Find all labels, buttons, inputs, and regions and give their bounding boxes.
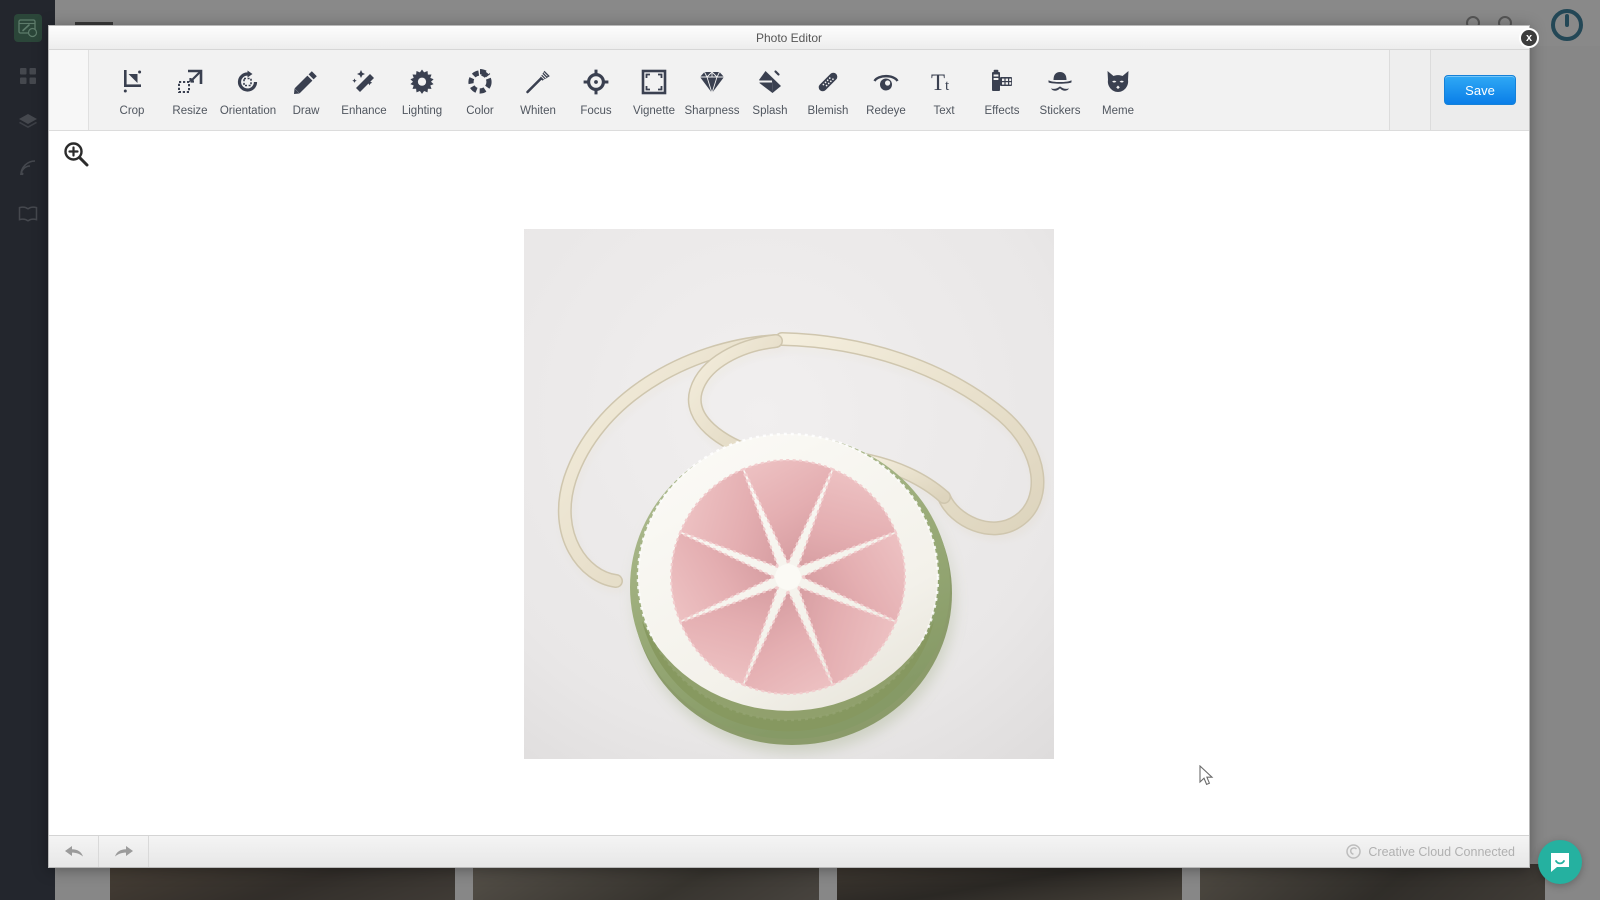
- tool-label: Whiten: [520, 105, 556, 117]
- toothbrush-icon: [523, 67, 553, 97]
- tool-list: Crop Resize Orientation Draw Enhance Lig…: [89, 50, 1390, 130]
- cat-face-icon: [1103, 67, 1133, 97]
- creative-cloud-icon: [1346, 844, 1362, 859]
- redo-arrow-icon: [114, 843, 134, 861]
- resize-icon: [175, 67, 205, 97]
- toolbar-left-spacer: [49, 50, 89, 130]
- tool-orientation[interactable]: Orientation: [219, 63, 277, 117]
- tool-label: Lighting: [401, 105, 443, 117]
- paint-bucket-icon: [755, 67, 785, 97]
- mustache-hat-icon: [1045, 67, 1075, 97]
- tool-label: Crop: [119, 105, 145, 117]
- tool-redeye[interactable]: Redeye: [857, 63, 915, 117]
- svg-text:t: t: [945, 78, 950, 94]
- tool-crop[interactable]: Crop: [103, 63, 161, 117]
- editor-canvas[interactable]: [49, 177, 1529, 835]
- text-icon: T t: [929, 67, 959, 97]
- tool-label: Orientation: [219, 105, 277, 117]
- pencil-icon: [291, 67, 321, 97]
- close-icon[interactable]: x: [1519, 28, 1539, 48]
- eye-icon: [871, 67, 901, 97]
- crop-icon: [117, 67, 147, 97]
- creative-cloud-status: Creative Cloud Connected: [1346, 844, 1515, 859]
- orientation-icon: [233, 67, 263, 97]
- tool-effects[interactable]: Effects: [973, 63, 1031, 117]
- tool-vignette[interactable]: Vignette: [625, 63, 683, 117]
- color-wheel-icon: [465, 67, 495, 97]
- tool-label: Splash: [752, 105, 788, 117]
- tool-text[interactable]: T t Text: [915, 63, 973, 117]
- svg-text:T: T: [931, 70, 945, 95]
- frame-icon: [639, 67, 669, 97]
- tool-label: Color: [466, 105, 494, 117]
- tool-label: Vignette: [633, 105, 675, 117]
- tool-label: Meme: [1102, 105, 1134, 117]
- undo-button[interactable]: [49, 836, 99, 867]
- tool-focus[interactable]: Focus: [567, 63, 625, 117]
- tool-blemish[interactable]: Blemish: [799, 63, 857, 117]
- save-button[interactable]: Save: [1444, 75, 1516, 105]
- magic-wand-icon: [349, 67, 379, 97]
- tool-sharpness[interactable]: Sharpness: [683, 63, 741, 117]
- page-title: Photo Editor: [755, 30, 823, 45]
- editor-titlebar: Photo Editor x: [49, 26, 1539, 50]
- undo-arrow-icon: [64, 843, 84, 861]
- tool-label: Sharpness: [684, 105, 740, 117]
- tool-meme[interactable]: Meme: [1089, 63, 1147, 117]
- photo-editor-dialog: Photo Editor x Crop Resize Orientation D…: [48, 25, 1539, 868]
- toolbar-save-section: Save: [1431, 50, 1529, 130]
- tool-label: Resize: [172, 105, 208, 117]
- sun-icon: [407, 67, 437, 97]
- creative-cloud-label: Creative Cloud Connected: [1368, 844, 1515, 859]
- tool-label: Effects: [984, 105, 1020, 117]
- editor-toolbar: Crop Resize Orientation Draw Enhance Lig…: [49, 50, 1529, 131]
- editor-footer: Creative Cloud Connected: [49, 835, 1529, 867]
- bandage-icon: [813, 67, 843, 97]
- chat-bubble-icon: [1548, 850, 1572, 874]
- zoom-in-icon[interactable]: [63, 141, 89, 167]
- tool-label: Stickers: [1039, 105, 1081, 117]
- tool-draw[interactable]: Draw: [277, 63, 335, 117]
- tool-splash[interactable]: Splash: [741, 63, 799, 117]
- tool-label: Focus: [580, 105, 612, 117]
- tool-lighting[interactable]: Lighting: [393, 63, 451, 117]
- tool-label: Redeye: [866, 105, 906, 117]
- diamond-icon: [697, 67, 727, 97]
- tool-whiten[interactable]: Whiten: [509, 63, 567, 117]
- tool-label: Blemish: [807, 105, 849, 117]
- tool-color[interactable]: Color: [451, 63, 509, 117]
- tool-enhance[interactable]: Enhance: [335, 63, 393, 117]
- tool-stickers[interactable]: Stickers: [1031, 63, 1089, 117]
- edited-photo[interactable]: [524, 229, 1054, 759]
- tool-label: Text: [933, 105, 955, 117]
- tool-label: Enhance: [341, 105, 387, 117]
- toolbar-divider: [1390, 50, 1431, 130]
- chat-launcher-button[interactable]: [1538, 840, 1582, 884]
- editor-zoom-bar: [49, 131, 1529, 177]
- redo-button[interactable]: [99, 836, 149, 867]
- tool-label: Draw: [292, 105, 320, 117]
- tool-resize[interactable]: Resize: [161, 63, 219, 117]
- film-roll-icon: [987, 67, 1017, 97]
- target-icon: [581, 67, 611, 97]
